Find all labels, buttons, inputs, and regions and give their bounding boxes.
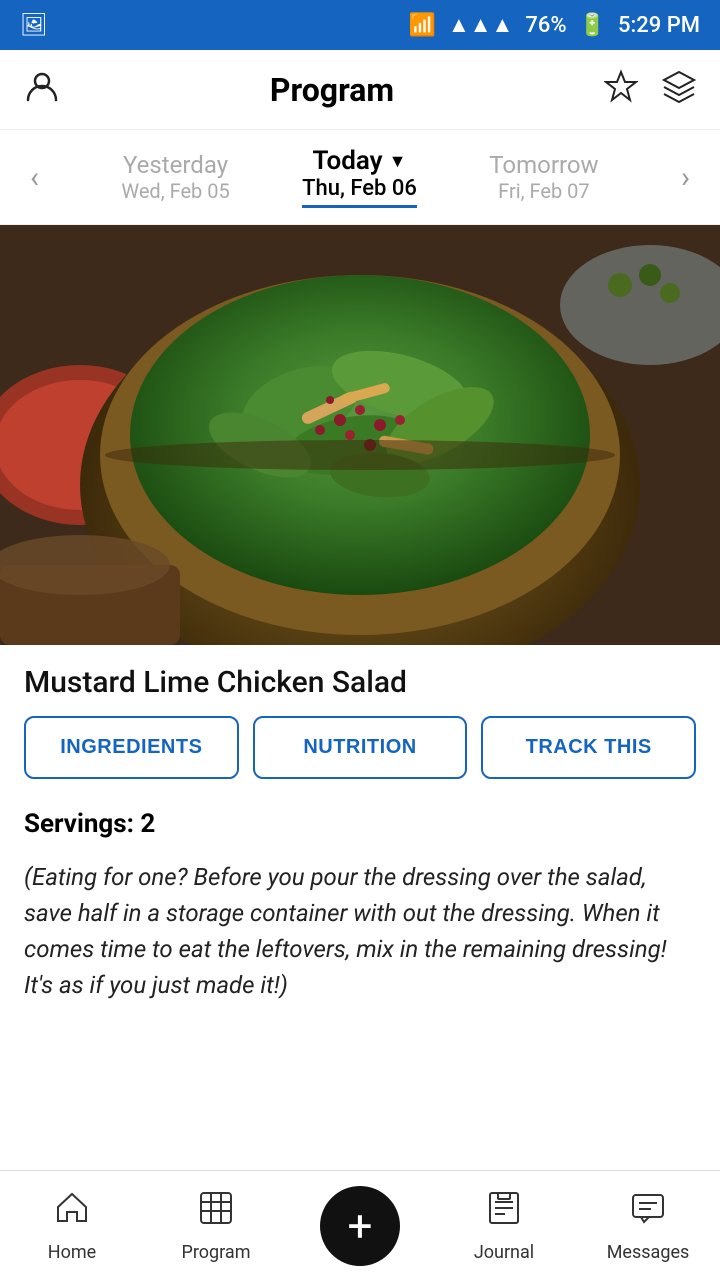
star-icon[interactable] (604, 69, 638, 111)
nav-program[interactable]: Program (166, 1189, 266, 1263)
nav-journal[interactable]: Journal (454, 1189, 554, 1263)
messages-icon (629, 1189, 667, 1236)
ingredients-button[interactable]: INGREDIENTS (24, 716, 239, 779)
program-icon (197, 1189, 235, 1236)
next-arrow[interactable]: › (671, 160, 700, 195)
recipe-description: (Eating for one? Before you pour the dre… (0, 859, 720, 1003)
journal-icon (485, 1189, 523, 1236)
recipe-title: Mustard Lime Chicken Salad (0, 645, 720, 716)
date-navigation: ‹ Yesterday Wed, Feb 05 Today ▼ Thu, Feb… (0, 130, 720, 225)
nav-messages[interactable]: Messages (598, 1189, 698, 1263)
add-button[interactable]: + (320, 1186, 400, 1266)
yesterday-item[interactable]: Yesterday Wed, Feb 05 (121, 151, 229, 203)
dropdown-icon: ▼ (389, 151, 407, 172)
page-title: Program (270, 71, 394, 109)
top-bar: Program (0, 50, 720, 130)
action-buttons: INGREDIENTS NUTRITION TRACK THIS (0, 716, 720, 799)
today-item[interactable]: Today ▼ Thu, Feb 06 (302, 146, 417, 208)
layers-icon[interactable] (662, 69, 696, 111)
profile-icon[interactable] (24, 68, 60, 112)
content-area: Mustard Lime Chicken Salad INGREDIENTS N… (0, 225, 720, 1177)
clock: 5:29 PM (618, 13, 700, 38)
signal-icon: ▲▲▲ (448, 12, 513, 38)
wifi-icon: 📶 (409, 13, 436, 38)
battery-level: 76% (525, 13, 566, 38)
track-this-button[interactable]: TRACK THIS (481, 716, 696, 779)
photo-icon: 🖼 (20, 13, 48, 38)
servings-info: Servings: 2 (0, 799, 720, 859)
battery-icon: 🔋 (579, 13, 606, 38)
nav-add[interactable]: + (310, 1186, 410, 1266)
bottom-nav: Home Program + Journ (0, 1170, 720, 1280)
prev-arrow[interactable]: ‹ (20, 160, 49, 195)
recipe-image (0, 225, 720, 645)
home-icon (53, 1189, 91, 1236)
tomorrow-item[interactable]: Tomorrow Fri, Feb 07 (489, 151, 598, 203)
nav-home[interactable]: Home (22, 1189, 122, 1263)
status-bar: 🖼 📶 ▲▲▲ 76% 🔋 5:29 PM (0, 0, 720, 50)
nutrition-button[interactable]: NUTRITION (253, 716, 468, 779)
